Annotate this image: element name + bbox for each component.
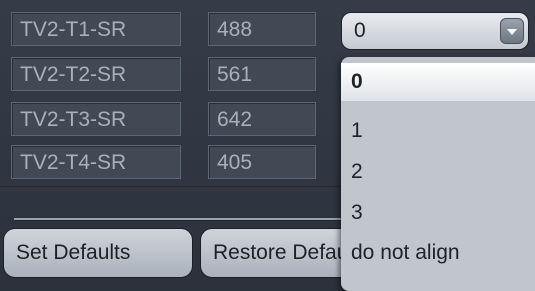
wavelength-field[interactable]: 642 bbox=[208, 102, 316, 136]
separator-line bbox=[14, 218, 344, 221]
option-do-not-align[interactable]: do not align bbox=[341, 234, 535, 272]
option-0[interactable]: 0 bbox=[341, 63, 535, 101]
restore-defaults-button[interactable]: Restore Defaults bbox=[200, 228, 360, 278]
chevron-down-icon bbox=[507, 29, 517, 35]
option-1[interactable]: 1 bbox=[341, 112, 535, 150]
wavelength-field[interactable]: 405 bbox=[208, 145, 316, 179]
alignment-select[interactable]: 0 bbox=[341, 12, 529, 50]
wavelength-field[interactable]: 488 bbox=[208, 12, 316, 46]
option-3[interactable]: 3 bbox=[341, 194, 535, 232]
set-defaults-button[interactable]: Set Defaults bbox=[3, 228, 193, 278]
channel-settings-panel: TV2-T1-SR 488 TV2-T2-SR 561 TV2-T3-SR 64… bbox=[0, 0, 535, 291]
wavelength-field[interactable]: 561 bbox=[208, 57, 316, 91]
dropdown-arrow-button[interactable] bbox=[500, 18, 524, 44]
channel-name-field[interactable]: TV2-T4-SR bbox=[11, 145, 181, 179]
channel-name-field[interactable]: TV2-T1-SR bbox=[11, 12, 181, 46]
alignment-select-value: 0 bbox=[354, 19, 366, 42]
divider bbox=[0, 186, 345, 187]
channel-name-field[interactable]: TV2-T2-SR bbox=[11, 57, 181, 91]
alignment-options-list: 0 1 2 3 do not align bbox=[341, 57, 535, 291]
option-2[interactable]: 2 bbox=[341, 153, 535, 191]
channel-name-field[interactable]: TV2-T3-SR bbox=[11, 102, 181, 136]
